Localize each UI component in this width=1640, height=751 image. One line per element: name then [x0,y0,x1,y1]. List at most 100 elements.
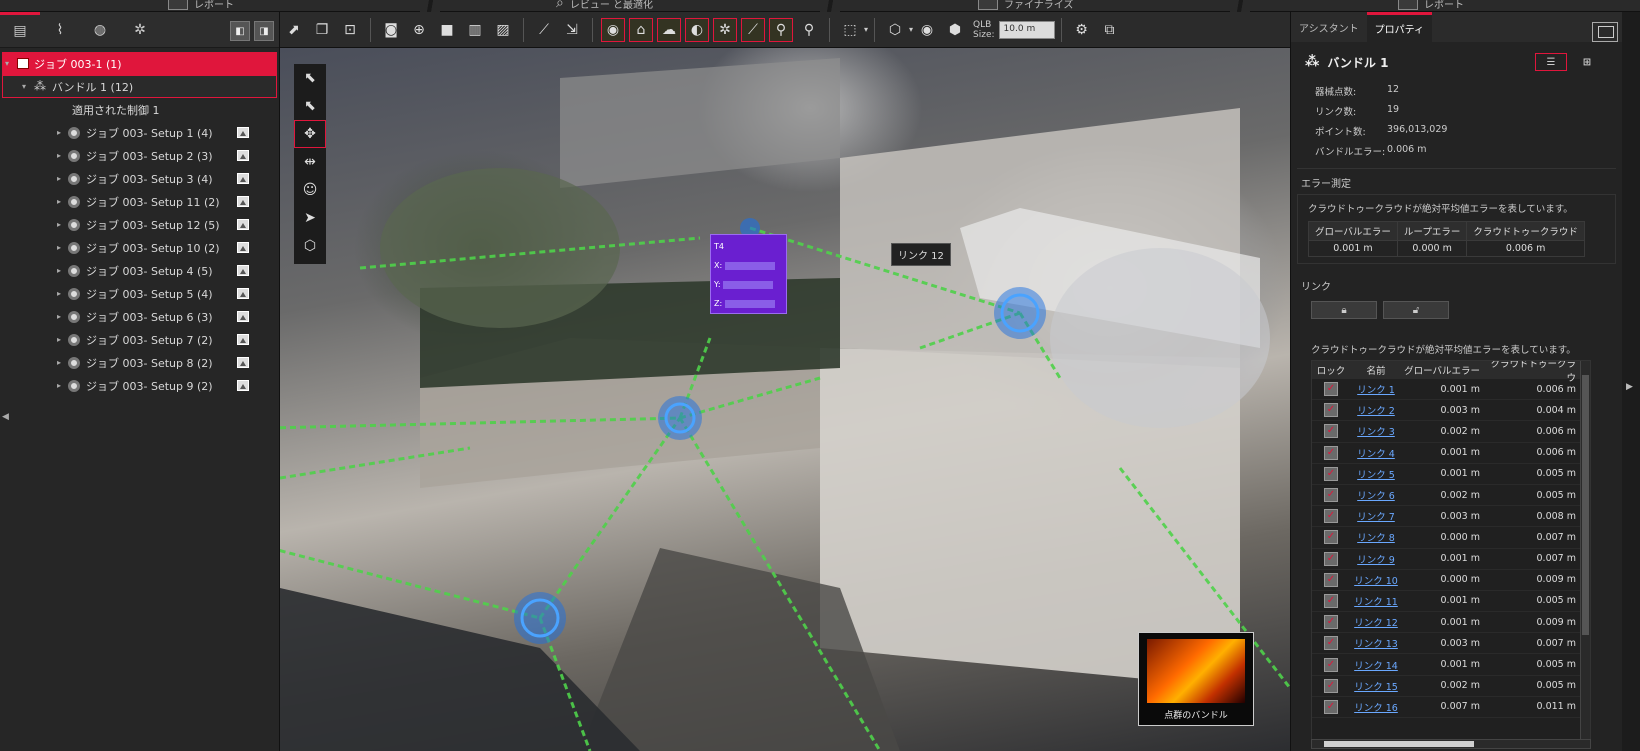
table-row[interactable]: ✓ リンク 13 0.003 m 0.007 m [1312,633,1590,655]
tree-view-toggle-b[interactable]: ◨ [254,21,274,41]
ribbon-review-button[interactable]: ⌕ レビュー と最適化 [556,0,653,11]
expand-arrow-icon[interactable]: ▸ [54,335,64,344]
lock-checkbox[interactable]: ✓ [1324,678,1338,693]
table-row[interactable]: ✓ リンク 16 0.007 m 0.011 m [1312,697,1590,718]
lock-checkbox[interactable]: ✓ [1324,403,1338,418]
tree-setup-node[interactable]: ▸ ジョブ 003- Setup 6 (3) [0,305,279,328]
tree-setup-node[interactable]: ▸ ジョブ 003- Setup 12 (5) [0,213,279,236]
lock-checkbox[interactable]: ✓ [1324,488,1338,503]
tree-view-toggle-a[interactable]: ◧ [230,21,250,41]
show-geotags-button[interactable]: ⚲ [769,17,793,42]
tree-setup-node[interactable]: ▸ ジョブ 003- Setup 9 (2) [0,374,279,397]
tree-setup-node[interactable]: ▸ ジョブ 003- Setup 2 (3) [0,144,279,167]
link-name[interactable]: リンク 9 [1357,555,1395,566]
image-icon[interactable] [237,173,249,184]
image-icon[interactable] [237,380,249,391]
image-icon[interactable] [237,357,249,368]
image-icon[interactable] [237,219,249,230]
table-row[interactable]: ✓ リンク 11 0.001 m 0.005 m [1312,591,1590,613]
show-targets-button[interactable]: ◐ [685,17,709,42]
lock-checkbox[interactable]: ✓ [1324,530,1338,545]
tree-setup-node[interactable]: ▸ ジョブ 003- Setup 4 (5) [0,259,279,282]
collapse-left-icon[interactable]: ◀ [2,412,9,422]
table-row[interactable]: ✓ リンク 12 0.001 m 0.009 m [1312,612,1590,634]
restore-window-button[interactable] [1592,22,1618,42]
bundle-thumbnail[interactable]: 点群のバンドル [1138,632,1254,726]
image-icon[interactable] [237,288,249,299]
lock-checkbox[interactable]: ✓ [1324,466,1338,481]
table-row[interactable]: ✓ リンク 3 0.002 m 0.006 m [1312,421,1590,443]
link-name[interactable]: リンク 15 [1354,682,1398,693]
tab-properties[interactable]: プロパティ [1366,12,1433,42]
lock-checkbox[interactable]: ✓ [1324,424,1338,439]
lock-checkbox[interactable]: ✓ [1324,445,1338,460]
chevron-down-icon[interactable]: ▾ [864,25,868,34]
table-row[interactable]: ✓ リンク 5 0.001 m 0.005 m [1312,464,1590,485]
tree-job-node[interactable]: ▾ ジョブ 003-1 (1) [2,52,277,75]
network-layout-button[interactable]: ⧉ [1098,18,1122,42]
cursor-select-button[interactable]: ⬈ [282,18,306,42]
qlb-cube-button[interactable]: ⬢ [943,18,967,42]
link-name[interactable]: リンク 5 [1357,470,1395,481]
registration-button[interactable]: ⚙ [1070,18,1094,42]
box-view-button[interactable]: ⬡ [883,18,907,42]
expand-arrow-icon[interactable]: ▸ [54,174,64,183]
fill-button[interactable]: ■ [435,18,459,42]
ribbon-report-button[interactable]: レポート [168,0,234,11]
fly-tool[interactable]: ➤ [294,204,326,232]
pick-button[interactable]: ⇲ [560,18,584,42]
tree-setup-node[interactable]: ▸ ジョブ 003- Setup 3 (4) [0,167,279,190]
snapshot-button[interactable]: ◙ [379,18,403,42]
link-name[interactable]: リンク 8 [1357,533,1395,544]
image-icon[interactable] [237,334,249,345]
tree-bundle-node[interactable]: ▾ ⁂ バンドル 1 (12) [2,75,277,98]
chevron-down-icon[interactable]: ▾ [909,25,913,34]
orbit-tool[interactable]: ✥ [294,120,326,148]
tree-setup-node[interactable]: ▸ ジョブ 003- Setup 8 (2) [0,351,279,374]
lock-all-button[interactable]: 🔒︎ [1311,301,1377,319]
walk-tool[interactable]: ☺ [294,176,326,204]
image-icon[interactable] [237,196,249,207]
table-row[interactable]: ✓ リンク 10 0.000 m 0.009 m [1312,570,1590,591]
scrollbar-thumb[interactable] [1324,741,1474,747]
lock-checkbox[interactable]: ✓ [1324,572,1338,587]
lock-checkbox[interactable]: ✓ [1324,551,1338,566]
lock-checkbox[interactable]: ✓ [1324,382,1338,397]
expand-arrow-icon[interactable]: ▸ [54,312,64,321]
image-icon[interactable] [237,150,249,161]
tab-assistant[interactable]: アシスタント [1291,14,1367,41]
table-row[interactable]: ✓ リンク 4 0.001 m 0.006 m [1312,443,1590,464]
tree-setup-node[interactable]: ▸ ジョブ 003- Setup 10 (2) [0,236,279,259]
point-cloud-viewport[interactable]: ⬉ ⬉ ✥ ⇹ ☺ ➤ ⬡ T4 X: Y: Z: リンク 12 点群のバンドル [280,48,1290,751]
measure-button[interactable]: ⟋ [532,18,556,42]
ribbon-report2-button[interactable]: レポート [1398,0,1464,11]
table-row[interactable]: ✓ リンク 15 0.002 m 0.005 m [1312,676,1590,697]
lock-checkbox[interactable]: ✓ [1324,615,1338,630]
expand-arrow-icon[interactable]: ▸ [54,358,64,367]
tree-setup-node[interactable]: ▸ ジョブ 003- Setup 1 (4) [0,121,279,144]
cube-view-tool[interactable]: ⬡ [294,232,326,260]
link-name[interactable]: リンク 1 [1357,385,1395,396]
tree-setup-node[interactable]: ▸ ジョブ 003- Setup 5 (4) [0,282,279,305]
collapse-arrow-icon[interactable]: ▾ [19,82,29,91]
tab-targets[interactable]: ✲ [120,12,160,48]
tree-setup-node[interactable]: ▸ ジョブ 003- Setup 7 (2) [0,328,279,351]
expand-arrow-icon[interactable]: ▸ [54,266,64,275]
table-row[interactable]: ✓ リンク 2 0.003 m 0.004 m [1312,400,1590,422]
links-horizontal-scrollbar[interactable] [1311,739,1591,749]
show-tags-button[interactable]: ⌂ [629,17,653,42]
panorama-button[interactable]: ▥ [463,18,487,42]
image-icon[interactable] [237,242,249,253]
grid-view-button[interactable]: ⊞ [1571,53,1603,71]
table-row[interactable]: ✓ リンク 6 0.002 m 0.005 m [1312,485,1590,507]
image-icon[interactable] [237,265,249,276]
link-name[interactable]: リンク 4 [1357,449,1395,460]
eye-view-button[interactable]: ◉ [915,18,939,42]
expand-arrow-icon[interactable]: ▸ [54,128,64,137]
expand-right-icon[interactable]: ▶ [1626,382,1633,392]
expand-arrow-icon[interactable]: ▸ [54,151,64,160]
tab-project-tree[interactable]: ▤ [0,11,40,48]
qlb-size-input[interactable]: 10.0 m [998,20,1055,39]
link-name[interactable]: リンク 13 [1354,639,1398,650]
expand-arrow-icon[interactable]: ▸ [54,220,64,229]
